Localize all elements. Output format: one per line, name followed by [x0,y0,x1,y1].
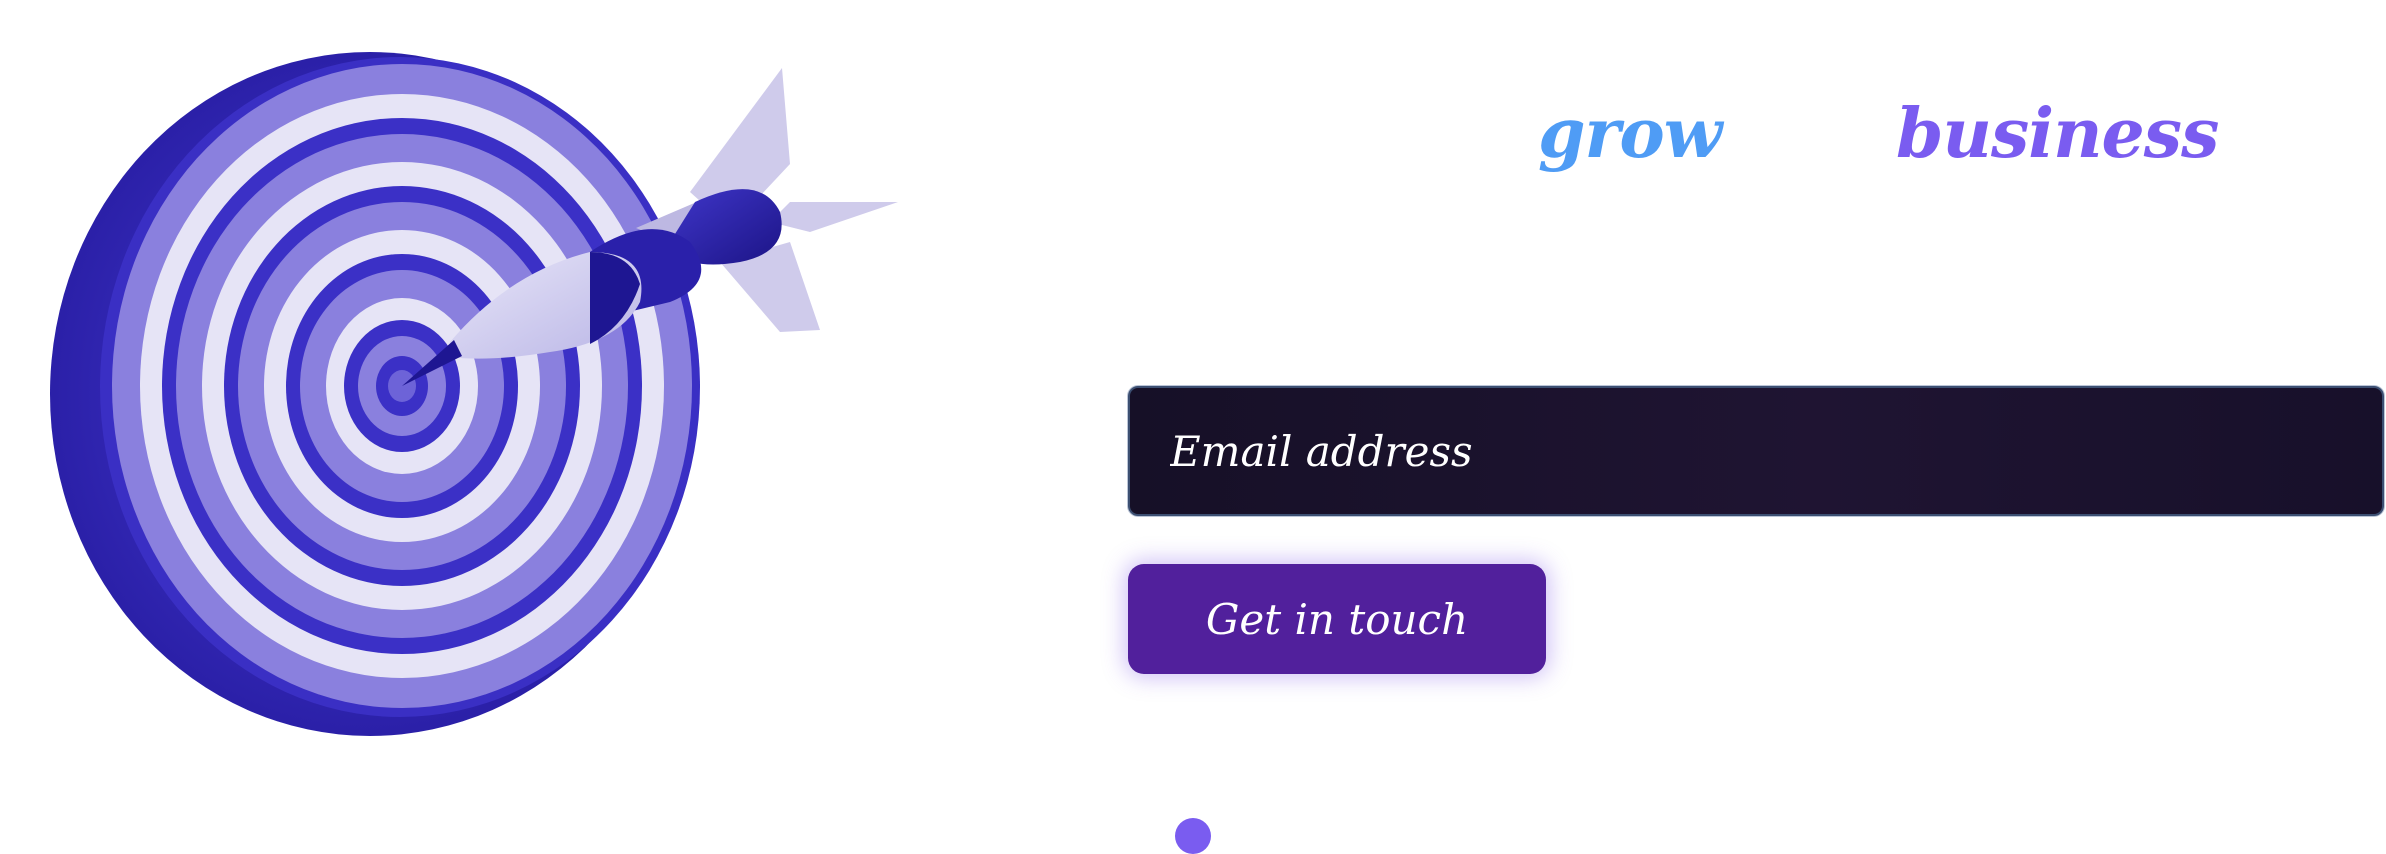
headline-word-business: business [1896,94,2219,174]
dartboard [50,52,700,736]
get-in-touch-button[interactable]: Get in touch [1128,564,1546,674]
email-field-wrapper [1128,386,2384,516]
dartboard-illustration [50,52,898,736]
email-input[interactable] [1130,388,2382,514]
headline-word-grow: grow [1538,94,1722,174]
dot-indicator-icon[interactable] [1175,818,1211,854]
